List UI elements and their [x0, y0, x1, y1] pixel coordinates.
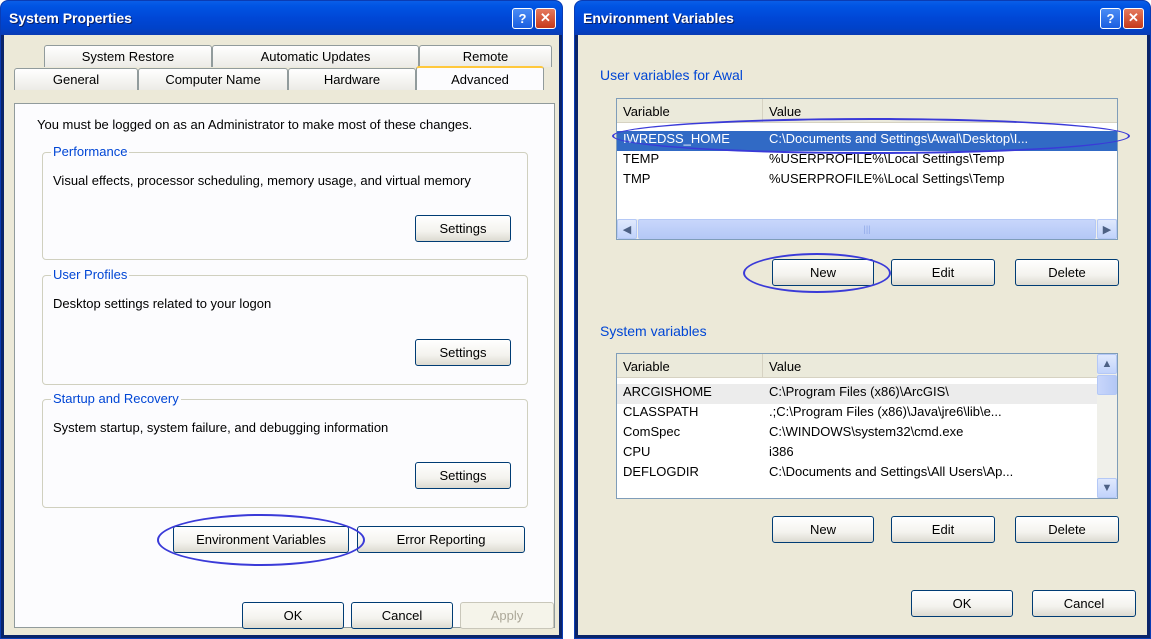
- apply-button[interactable]: Apply: [460, 602, 554, 629]
- list-item[interactable]: DEFLOGDIR C:\Documents and Settings\All …: [617, 464, 1097, 484]
- close-button[interactable]: ✕: [1123, 7, 1144, 29]
- list-item[interactable]: CLASSPATH .;C:\Program Files (x86)\Java\…: [617, 404, 1097, 424]
- tab-system-restore[interactable]: System Restore: [44, 45, 212, 67]
- user-variables-list[interactable]: Variable Value IWREDSS_HOME C:\Documents…: [616, 98, 1118, 240]
- system-variables-list[interactable]: Variable Value ARCGISHOME C:\Program Fil…: [616, 353, 1118, 499]
- variable-name: TMP: [623, 171, 651, 186]
- variable-name: IWREDSS_HOME: [623, 131, 730, 146]
- system-list-header: Variable Value: [617, 354, 1097, 378]
- scroll-left-icon[interactable]: ◀: [617, 219, 637, 239]
- list-item[interactable]: ComSpec C:\WINDOWS\system32\cmd.exe: [617, 424, 1097, 444]
- system-list-vscrollbar[interactable]: ▲ ▼: [1097, 354, 1117, 498]
- system-edit-button[interactable]: Edit: [891, 516, 995, 543]
- environment-variables-window: Environment Variables ? ✕ User variables…: [574, 0, 1151, 639]
- performance-group: Performance Visual effects, processor sc…: [42, 144, 528, 260]
- window-title: Environment Variables: [583, 10, 734, 26]
- user-profiles-description: Desktop settings related to your logon: [53, 296, 272, 311]
- system-variables-label: System variables: [600, 323, 707, 339]
- variable-value: C:\Documents and Settings\All Users\Ap..…: [769, 464, 1014, 479]
- cancel-button[interactable]: Cancel: [1032, 590, 1136, 617]
- variable-name: ComSpec: [623, 424, 681, 439]
- environment-variables-client: User variables for Awal Variable Value I…: [578, 35, 1147, 635]
- column-header-value[interactable]: Value: [763, 99, 1117, 123]
- performance-title: Performance: [51, 144, 130, 159]
- tab-general[interactable]: General: [14, 68, 138, 90]
- tab-computer-name[interactable]: Computer Name: [138, 68, 288, 90]
- column-header-value[interactable]: Value: [763, 354, 1097, 378]
- variable-value: %USERPROFILE%\Local Settings\Temp: [769, 151, 1005, 166]
- admin-note: You must be logged on as an Administrato…: [37, 117, 473, 132]
- system-properties-window: System Properties ? ✕ System Restore Aut…: [0, 0, 563, 639]
- user-edit-button[interactable]: Edit: [891, 259, 995, 286]
- tab-row-top: System Restore Automatic Updates Remote: [44, 45, 552, 67]
- help-button[interactable]: ?: [512, 7, 533, 29]
- list-item[interactable]: ARCGISHOME C:\Program Files (x86)\ArcGIS…: [617, 384, 1097, 404]
- system-delete-button[interactable]: Delete: [1015, 516, 1119, 543]
- list-item[interactable]: CPU i386: [617, 444, 1097, 464]
- startup-recovery-group: Startup and Recovery System startup, sys…: [42, 391, 528, 508]
- startup-recovery-settings-button[interactable]: Settings: [415, 462, 511, 489]
- tab-hardware[interactable]: Hardware: [288, 68, 416, 90]
- user-variables-label: User variables for Awal: [600, 67, 743, 83]
- column-header-variable[interactable]: Variable: [617, 354, 763, 378]
- ok-button[interactable]: OK: [242, 602, 344, 629]
- user-list-hscrollbar[interactable]: ◀ ||| ▶: [617, 219, 1117, 239]
- variable-value: i386: [769, 444, 794, 459]
- list-item[interactable]: TEMP %USERPROFILE%\Local Settings\Temp: [617, 151, 1117, 171]
- performance-description: Visual effects, processor scheduling, me…: [53, 173, 471, 188]
- scroll-down-icon[interactable]: ▼: [1097, 478, 1117, 498]
- variable-name: TEMP: [623, 151, 660, 166]
- user-new-button[interactable]: New: [772, 259, 874, 286]
- system-properties-titlebar[interactable]: System Properties ? ✕: [1, 1, 562, 35]
- window-title: System Properties: [9, 10, 132, 26]
- scroll-up-icon[interactable]: ▲: [1097, 354, 1117, 374]
- variable-value: .;C:\Program Files (x86)\Java\jre6\lib\e…: [769, 404, 1002, 419]
- close-button[interactable]: ✕: [535, 7, 556, 29]
- user-profiles-title: User Profiles: [51, 267, 130, 282]
- performance-settings-button[interactable]: Settings: [415, 215, 511, 242]
- variable-name: CPU: [623, 444, 651, 459]
- help-button[interactable]: ?: [1100, 7, 1121, 29]
- system-new-button[interactable]: New: [772, 516, 874, 543]
- tab-automatic-updates[interactable]: Automatic Updates: [212, 45, 419, 67]
- system-properties-client: System Restore Automatic Updates Remote …: [4, 35, 559, 635]
- environment-variables-titlebar[interactable]: Environment Variables ? ✕: [575, 1, 1150, 35]
- user-delete-button[interactable]: Delete: [1015, 259, 1119, 286]
- user-list-header: Variable Value: [617, 99, 1117, 123]
- variable-value: C:\Documents and Settings\Awal\Desktop\I…: [769, 131, 1029, 146]
- variable-name: ARCGISHOME: [623, 384, 712, 399]
- user-profiles-settings-button[interactable]: Settings: [415, 339, 511, 366]
- list-item[interactable]: TMP %USERPROFILE%\Local Settings\Temp: [617, 171, 1117, 191]
- startup-recovery-title: Startup and Recovery: [51, 391, 181, 406]
- user-profiles-group: User Profiles Desktop settings related t…: [42, 267, 528, 385]
- scroll-thumb[interactable]: |||: [638, 219, 1096, 239]
- startup-recovery-description: System startup, system failure, and debu…: [53, 420, 389, 435]
- column-header-variable[interactable]: Variable: [617, 99, 763, 123]
- tab-row-bottom: General Computer Name Hardware Advanced: [14, 66, 544, 90]
- advanced-tab-panel: You must be logged on as an Administrato…: [14, 103, 555, 628]
- variable-name: DEFLOGDIR: [623, 464, 699, 479]
- ok-button[interactable]: OK: [911, 590, 1013, 617]
- list-item[interactable]: IWREDSS_HOME C:\Documents and Settings\A…: [617, 131, 1117, 151]
- variable-value: %USERPROFILE%\Local Settings\Temp: [769, 171, 1005, 186]
- tab-advanced[interactable]: Advanced: [416, 66, 544, 90]
- variable-value: C:\Program Files (x86)\ArcGIS\: [769, 384, 949, 399]
- environment-variables-button[interactable]: Environment Variables: [173, 526, 349, 553]
- scroll-track[interactable]: [1097, 395, 1117, 478]
- variable-value: C:\WINDOWS\system32\cmd.exe: [769, 424, 964, 439]
- tab-remote[interactable]: Remote: [419, 45, 552, 67]
- variable-name: CLASSPATH: [623, 404, 699, 419]
- scroll-thumb[interactable]: [1097, 375, 1117, 395]
- error-reporting-button[interactable]: Error Reporting: [357, 526, 525, 553]
- cancel-button[interactable]: Cancel: [351, 602, 453, 629]
- scroll-right-icon[interactable]: ▶: [1097, 219, 1117, 239]
